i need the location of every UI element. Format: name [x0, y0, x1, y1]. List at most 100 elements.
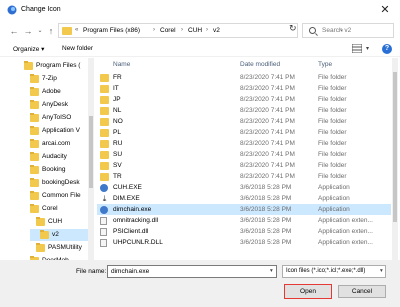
file-date: 8/23/2020 7:41 PM — [240, 151, 295, 158]
file-name: PL — [113, 129, 121, 136]
command-bar: Organize ▾ New folder ▾ ? — [0, 41, 400, 57]
file-row-fr[interactable]: FR 8/23/2020 7:41 PM File folder — [97, 72, 391, 83]
open-button-label: Open — [300, 288, 316, 295]
file-type: File folder — [318, 162, 347, 169]
nav-item-label: Program Files ( — [36, 62, 81, 69]
breadcrumb-program-files[interactable]: Program Files (x86) — [83, 27, 140, 34]
folder-icon — [100, 74, 109, 82]
nav-item-label: Audacity — [42, 153, 67, 160]
nav-item-audacity[interactable]: Audacity — [30, 151, 88, 163]
forward-arrow-icon[interactable]: → — [22, 25, 34, 37]
file-type: File folder — [318, 118, 347, 125]
file-row-jp[interactable]: JP 8/23/2020 7:41 PM File folder — [97, 94, 391, 105]
breadcrumb-separator-icon: › — [181, 27, 183, 33]
file-type: Application exten... — [318, 217, 373, 224]
nav-item-v2[interactable]: v2 — [30, 229, 88, 241]
folder-icon — [36, 217, 45, 226]
nav-item-cuh[interactable]: CUH — [36, 216, 88, 228]
file-row-dim-exe[interactable]: ⤓ DIM.EXE 3/6/2018 5:28 PM Application — [97, 193, 391, 204]
file-date: 3/6/2018 5:28 PM — [240, 217, 292, 224]
breadcrumb-cuh[interactable]: CUH — [188, 27, 202, 34]
file-row-nl[interactable]: NL 8/23/2020 7:41 PM File folder — [97, 105, 391, 116]
file-name-label: File name: — [76, 268, 107, 275]
chevron-down-icon[interactable]: ▾ — [380, 268, 383, 274]
file-row-su[interactable]: SU 8/23/2020 7:41 PM File folder — [97, 149, 391, 160]
scrollbar-thumb[interactable] — [89, 116, 93, 188]
search-input[interactable]: Search v2 — [302, 23, 394, 38]
file-date: 8/23/2020 7:41 PM — [240, 173, 295, 180]
file-type: File folder — [318, 107, 347, 114]
cancel-button[interactable]: Cancel — [338, 285, 386, 298]
file-type: Application exten... — [318, 228, 373, 235]
folder-icon — [100, 140, 109, 148]
file-row-sv[interactable]: SV 8/23/2020 7:41 PM File folder — [97, 160, 391, 171]
file-row-no[interactable]: NO 8/23/2020 7:41 PM File folder — [97, 116, 391, 127]
column-header-date[interactable]: Date modified — [240, 61, 280, 68]
nav-item-anydesk[interactable]: AnyDesk — [30, 99, 88, 111]
nav-item-label: arcai.com — [42, 140, 71, 147]
new-folder-button[interactable]: New folder — [62, 45, 93, 52]
folder-icon — [40, 230, 49, 239]
open-button[interactable]: Open — [284, 284, 332, 299]
nav-item-arcai[interactable]: arcai.com — [30, 138, 88, 150]
refresh-icon[interactable]: ↻ — [289, 23, 297, 34]
file-type-filter[interactable]: Icon files (*.ico;*.icl;*.exe;*.dll) — [282, 265, 386, 278]
folder-icon — [100, 173, 109, 181]
help-icon[interactable]: ? — [382, 44, 392, 54]
file-name: CUH.EXE — [113, 184, 142, 191]
breadcrumb-v2[interactable]: v2 — [213, 27, 220, 34]
breadcrumb-corel[interactable]: Corel — [160, 27, 176, 34]
up-arrow-icon[interactable]: ↑ — [45, 25, 57, 37]
folder-icon — [100, 162, 109, 170]
nav-item-adobe[interactable]: Adobe — [30, 86, 88, 98]
nav-item-anytoiso[interactable]: AnyToISO — [30, 112, 88, 124]
file-row-tr[interactable]: TR 8/23/2020 7:41 PM File folder — [97, 171, 391, 182]
file-name: NL — [113, 107, 122, 114]
nav-item-corel[interactable]: Corel — [30, 203, 88, 215]
nav-item-label: bookingDesk — [42, 179, 80, 186]
nav-item-pasmutility[interactable]: PASMUtility — [36, 242, 88, 254]
file-row-it[interactable]: IT 8/23/2020 7:41 PM File folder — [97, 83, 391, 94]
organize-button[interactable]: Organize ▾ — [13, 45, 44, 53]
chevron-down-icon[interactable]: ▾ — [270, 268, 273, 274]
nav-item-booking[interactable]: Booking — [30, 164, 88, 176]
column-header-name[interactable]: Name — [113, 61, 130, 68]
file-name-field[interactable] — [107, 265, 277, 278]
nav-item-label: PASMUtility — [48, 244, 82, 251]
nav-item-application-v[interactable]: Application V — [30, 125, 88, 137]
nav-item-program-files[interactable]: Program Files ( — [24, 60, 82, 72]
folder-icon — [100, 118, 109, 126]
file-name: SV — [113, 162, 122, 169]
folder-icon — [30, 87, 39, 96]
file-row-ru[interactable]: RU 8/23/2020 7:41 PM File folder — [97, 138, 391, 149]
file-row-cuh-exe[interactable]: CUH.EXE 3/6/2018 5:28 PM Application — [97, 182, 391, 193]
file-row-dimchain-exe[interactable]: dimchain.exe 3/6/2018 5:28 PM Applicatio… — [97, 204, 391, 215]
dll-icon — [100, 228, 107, 236]
file-row-pl[interactable]: PL 8/23/2020 7:41 PM File folder — [97, 127, 391, 138]
view-options-icon[interactable] — [352, 44, 362, 53]
nav-item-7zip[interactable]: 7-Zip — [30, 73, 88, 85]
address-bar[interactable]: « Program Files (x86) › Corel › CUH › v2… — [58, 23, 344, 38]
close-icon[interactable]: ✕ — [376, 3, 394, 17]
file-date: 3/6/2018 5:28 PM — [240, 206, 292, 213]
folder-icon — [24, 61, 33, 70]
file-date: 8/23/2020 7:41 PM — [240, 140, 295, 147]
title-bar: Change Icon ✕ — [0, 0, 400, 20]
nav-item-bookingdesk[interactable]: bookingDesk — [30, 177, 88, 189]
nav-scrollbar[interactable] — [88, 58, 94, 266]
scrollbar-thumb[interactable] — [393, 72, 397, 222]
nav-item-common-files[interactable]: Common File — [30, 190, 88, 202]
file-row-uhpcunlr-dll[interactable]: UHPCUNLR.DLL 3/6/2018 5:28 PM Applicatio… — [97, 237, 391, 248]
file-type: File folder — [318, 74, 347, 81]
file-date: 8/23/2020 7:41 PM — [240, 129, 295, 136]
file-row-psiclient-dll[interactable]: PSIClient.dll 3/6/2018 5:28 PM Applicati… — [97, 226, 391, 237]
column-header-type[interactable]: Type — [318, 61, 332, 68]
file-type: File folder — [318, 173, 347, 180]
chevron-down-icon[interactable]: ▾ — [366, 45, 369, 52]
nav-item-label: AnyDesk — [42, 101, 69, 108]
file-list-scrollbar[interactable] — [392, 58, 398, 266]
back-arrow-icon[interactable]: ← — [8, 25, 20, 37]
dll-icon — [100, 239, 107, 247]
nav-item-label: CUH — [48, 218, 63, 225]
file-row-omnitracking-dll[interactable]: omnitracking.dll 3/6/2018 5:28 PM Applic… — [97, 215, 391, 226]
